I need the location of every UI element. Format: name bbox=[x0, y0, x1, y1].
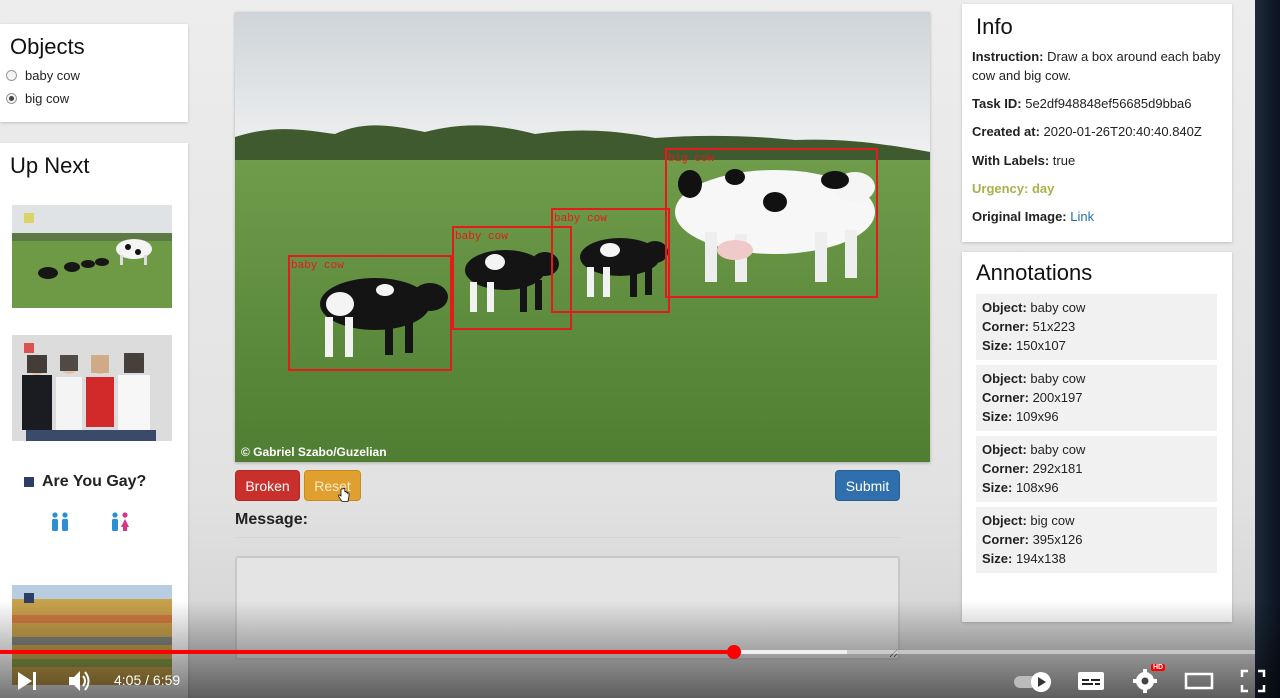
original-image-row: Original Image: Link bbox=[972, 207, 1224, 226]
reset-button[interactable]: Reset bbox=[304, 470, 361, 501]
object-key: Object: bbox=[982, 300, 1027, 315]
object-value: baby cow bbox=[1026, 442, 1086, 457]
corner-value: 51x223 bbox=[1028, 319, 1076, 334]
corner-key: Corner: bbox=[982, 390, 1029, 405]
info-title: Info bbox=[976, 14, 1013, 39]
radio-big-cow[interactable] bbox=[6, 93, 17, 104]
created-label: Created at: bbox=[972, 124, 1040, 139]
instruction-row: Instruction: Draw a box around each baby… bbox=[972, 47, 1224, 85]
message-label: Message: bbox=[235, 511, 308, 528]
annotation-card[interactable]: Object: baby cow Corner: 292x181 Size: 1… bbox=[976, 436, 1217, 502]
up-next-title: Up Next bbox=[10, 153, 90, 178]
object-option-label: big cow bbox=[25, 91, 70, 106]
corner-value: 292x181 bbox=[1028, 461, 1083, 476]
size-key: Size: bbox=[982, 551, 1013, 566]
objects-panel: Objects baby cow big cow bbox=[0, 24, 188, 122]
object-value: big cow bbox=[1026, 513, 1075, 528]
object-option-baby-cow[interactable]: baby cow bbox=[6, 68, 80, 83]
task-id-row: Task ID: 5e2df948848ef56685d9bba6 bbox=[972, 94, 1224, 113]
corner-key: Corner: bbox=[982, 319, 1029, 334]
size-value: 108x96 bbox=[1012, 480, 1059, 495]
quiz-marker bbox=[24, 477, 34, 487]
time-display: 4:05 / 6:59 bbox=[114, 672, 181, 688]
info-panel: Info Instruction: Draw a box around each… bbox=[962, 4, 1232, 242]
broken-button[interactable]: Broken bbox=[235, 470, 300, 501]
instruction-label: Instruction: bbox=[972, 49, 1044, 64]
size-key: Size: bbox=[982, 338, 1013, 353]
thumb-marker bbox=[24, 343, 34, 353]
size-key: Size: bbox=[982, 409, 1013, 424]
size-value: 194x138 bbox=[1012, 551, 1066, 566]
male-couple-icon bbox=[52, 512, 68, 531]
original-image-label: Original Image: bbox=[972, 209, 1067, 224]
original-image-link[interactable]: Link bbox=[1070, 209, 1094, 224]
box-label: big cow bbox=[668, 153, 715, 165]
play-icon[interactable] bbox=[16, 666, 38, 696]
object-value: baby cow bbox=[1026, 371, 1086, 386]
submit-button[interactable]: Submit bbox=[835, 470, 900, 501]
cows-thumbnail-image bbox=[12, 205, 172, 308]
up-next-thumb-people[interactable] bbox=[12, 335, 172, 441]
created-value: 2020-01-26T20:40:40.840Z bbox=[1039, 124, 1202, 139]
annotation-card[interactable]: Object: baby cow Corner: 200x197 Size: 1… bbox=[976, 365, 1217, 431]
image-credit: © Gabriel Szabo/Guzelian bbox=[241, 445, 387, 459]
up-next-thumb-cows[interactable] bbox=[12, 205, 172, 308]
objects-title: Objects bbox=[10, 34, 85, 59]
task-id-label: Task ID: bbox=[972, 96, 1022, 111]
progress-bar[interactable] bbox=[0, 645, 1255, 659]
object-option-label: baby cow bbox=[25, 68, 80, 83]
right-edge-backdrop bbox=[1255, 0, 1280, 698]
annotation-card[interactable]: Object: baby cow Corner: 51x223 Size: 15… bbox=[976, 294, 1217, 360]
radio-baby-cow[interactable] bbox=[6, 70, 17, 81]
object-key: Object: bbox=[982, 371, 1027, 386]
urgency-row: Urgency: day bbox=[972, 181, 1055, 196]
thumb-marker bbox=[24, 213, 34, 223]
volume-icon[interactable] bbox=[67, 666, 93, 696]
size-value: 150x107 bbox=[1012, 338, 1066, 353]
with-labels-row: With Labels: true bbox=[972, 151, 1224, 170]
hd-badge: HD bbox=[1151, 664, 1166, 671]
task-id-value: 5e2df948848ef56685d9bba6 bbox=[1021, 96, 1192, 111]
with-labels-label: With Labels: bbox=[972, 153, 1050, 168]
corner-key: Corner: bbox=[982, 532, 1029, 547]
field-photo: baby cow baby cow baby cow big cow © Gab… bbox=[235, 12, 930, 462]
annotation-card[interactable]: Object: big cow Corner: 395x126 Size: 19… bbox=[976, 507, 1217, 573]
message-divider bbox=[235, 537, 900, 538]
fullscreen-icon[interactable] bbox=[1239, 666, 1267, 696]
autoplay-toggle-icon[interactable] bbox=[1012, 666, 1054, 696]
people-thumbnail-image bbox=[12, 335, 172, 441]
size-value: 109x96 bbox=[1012, 409, 1059, 424]
object-option-big-cow[interactable]: big cow bbox=[6, 91, 69, 106]
object-key: Object: bbox=[982, 513, 1027, 528]
theater-mode-icon[interactable] bbox=[1184, 666, 1214, 696]
corner-key: Corner: bbox=[982, 461, 1029, 476]
corner-value: 395x126 bbox=[1028, 532, 1083, 547]
size-key: Size: bbox=[982, 480, 1013, 495]
female-couple-icon bbox=[112, 512, 129, 531]
annotations-title: Annotations bbox=[976, 260, 1093, 285]
quiz-title: Are You Gay? bbox=[42, 473, 147, 490]
annotation-image[interactable]: baby cow baby cow baby cow big cow © Gab… bbox=[235, 12, 930, 462]
up-next-quiz[interactable]: Are You Gay? bbox=[24, 473, 146, 491]
progress-played bbox=[0, 650, 735, 654]
subtitles-icon[interactable] bbox=[1077, 666, 1105, 696]
box-label: baby cow bbox=[291, 260, 344, 272]
box-label: baby cow bbox=[455, 231, 508, 243]
object-key: Object: bbox=[982, 442, 1027, 457]
box-label: baby cow bbox=[554, 213, 607, 225]
hand-cursor-icon bbox=[338, 487, 350, 502]
object-value: baby cow bbox=[1026, 300, 1086, 315]
corner-value: 200x197 bbox=[1028, 390, 1083, 405]
created-row: Created at: 2020-01-26T20:40:40.840Z bbox=[972, 122, 1224, 141]
with-labels-value: true bbox=[1049, 153, 1076, 168]
